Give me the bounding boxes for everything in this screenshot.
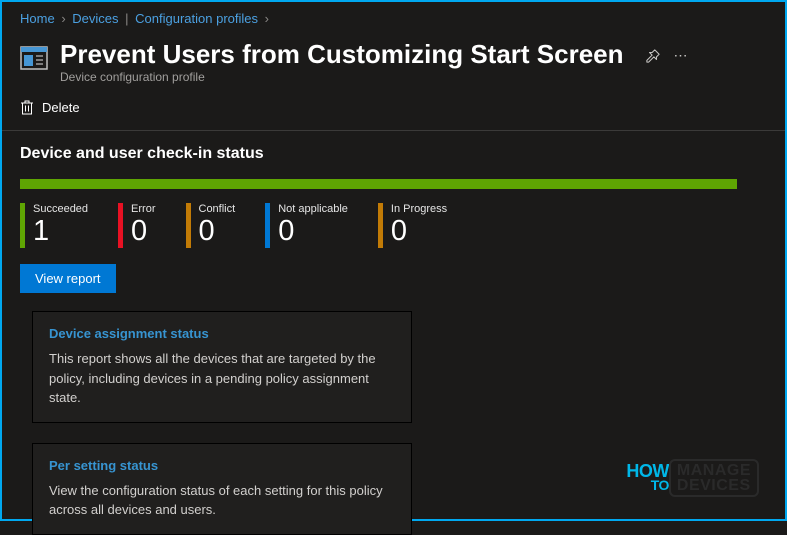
card-title: Device assignment status [49,326,395,341]
stat-error[interactable]: Error 0 [118,203,155,248]
pipe-separator: | [125,11,128,26]
stat-value: 0 [131,216,155,248]
watermark-logo: HOW TO MANAGE DEVICES [626,459,759,497]
stat-color-bar [265,203,270,248]
status-progress-bar [20,179,737,189]
chevron-right-icon: › [61,11,65,26]
card-description: View the configuration status of each se… [49,481,395,520]
delete-button[interactable]: Delete [20,100,80,115]
stat-value: 1 [33,216,88,248]
card-title: Per setting status [49,458,395,473]
stat-value: 0 [199,216,236,248]
trash-icon [20,100,34,115]
stat-color-bar [118,203,123,248]
stat-conflict[interactable]: Conflict 0 [186,203,236,248]
stat-succeeded[interactable]: Succeeded 1 [20,203,88,248]
pin-icon[interactable] [646,49,660,63]
stat-color-bar [378,203,383,248]
toolbar: Delete [2,90,785,131]
stat-value: 0 [278,216,348,248]
stat-color-bar [20,203,25,248]
stats-row: Succeeded 1 Error 0 Conflict 0 Not appli… [2,203,785,248]
view-report-button[interactable]: View report [20,264,116,293]
more-icon[interactable]: ⋯ [674,47,688,64]
page-header: Prevent Users from Customizing Start Scr… [2,31,785,90]
chevron-right-icon: › [265,11,269,26]
page-title: Prevent Users from Customizing Start Scr… [60,39,624,70]
stat-color-bar [186,203,191,248]
stat-value: 0 [391,216,447,248]
profile-icon [20,44,48,70]
delete-label: Delete [42,100,80,115]
breadcrumb: Home › Devices | Configuration profiles … [2,2,785,31]
breadcrumb-config-profiles[interactable]: Configuration profiles [135,11,258,26]
breadcrumb-devices[interactable]: Devices [72,11,118,26]
page-subtitle: Device configuration profile [60,70,624,84]
breadcrumb-home[interactable]: Home [20,11,55,26]
section-title: Device and user check-in status [2,131,785,173]
cards-container: Device assignment status This report sho… [2,293,785,535]
card-description: This report shows all the devices that a… [49,349,395,408]
stat-not-applicable[interactable]: Not applicable 0 [265,203,348,248]
stat-in-progress[interactable]: In Progress 0 [378,203,447,248]
card-device-assignment-status[interactable]: Device assignment status This report sho… [32,311,412,423]
